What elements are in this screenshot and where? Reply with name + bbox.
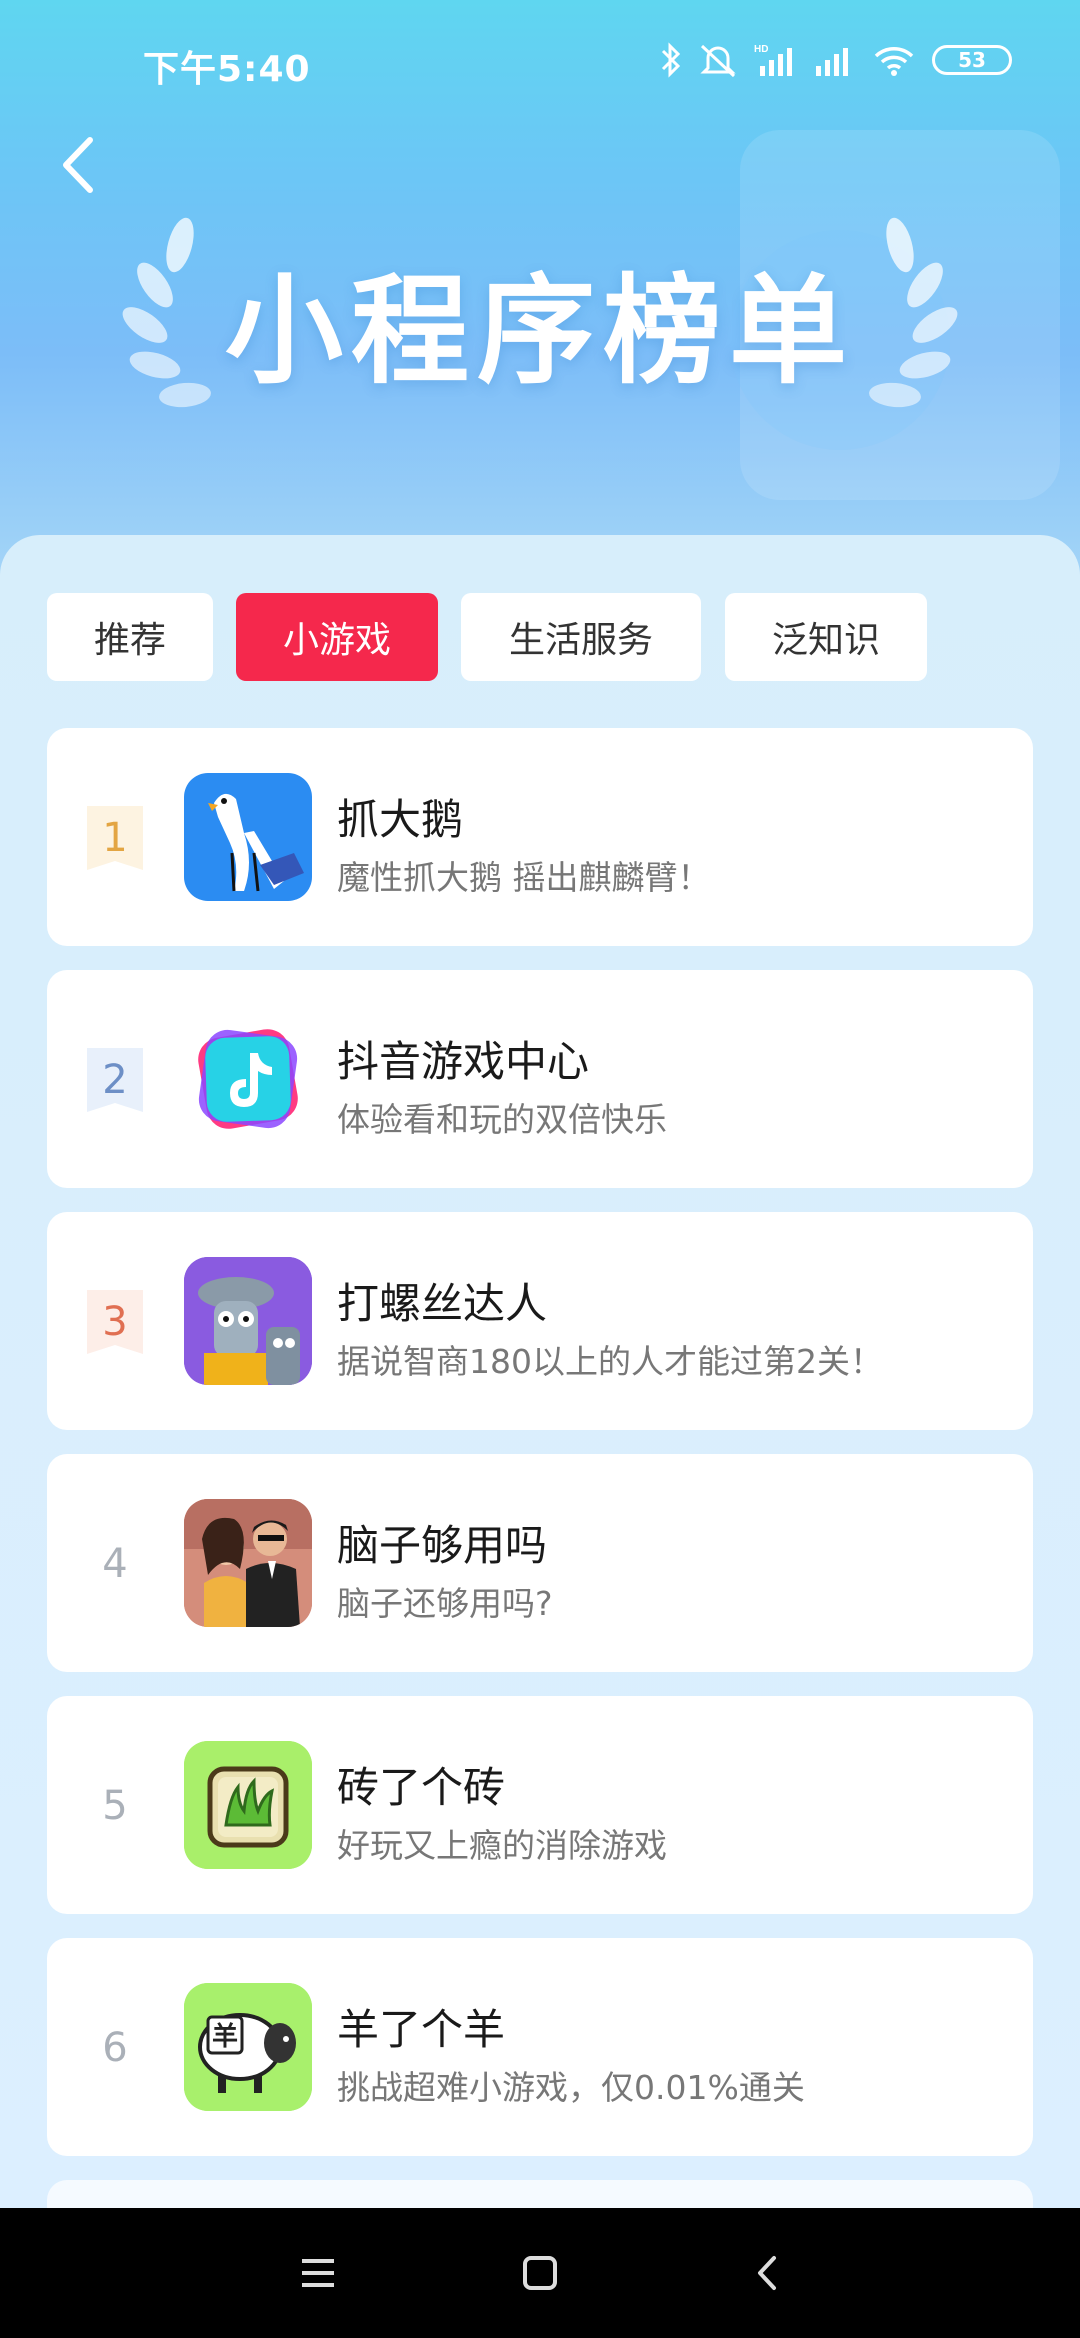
app-name: 脑子够用吗 (337, 1521, 548, 1570)
app-name: 抓大鹅 (337, 795, 464, 844)
system-nav-bar (0, 2208, 1080, 2338)
app-desc: 好玩又上瘾的消除游戏 (337, 1826, 667, 1865)
screw-robot-icon (184, 1257, 312, 1385)
rank-badge: 6 (102, 2025, 128, 2071)
douyin-icon (184, 1015, 312, 1143)
app-desc: 体验看和玩的双倍快乐 (337, 1100, 667, 1139)
list-item[interactable]: 5 砖了个砖 好玩又上瘾的消除游戏 (47, 1696, 1033, 1914)
app-name: 打螺丝达人 (337, 1279, 548, 1328)
menu-button[interactable] (288, 2248, 348, 2298)
mute-icon (700, 44, 736, 78)
back-icon (758, 2256, 776, 2290)
back-button[interactable] (50, 130, 110, 200)
status-bar: 下午5:40 HD 53 (0, 0, 1080, 120)
rank-badge: 4 (102, 1541, 128, 1587)
chevron-left-icon (63, 137, 93, 193)
rank-badge: 1 (87, 806, 143, 870)
list-item[interactable]: 2 抖音游戏中心 体验看和玩的双倍快乐 (47, 970, 1033, 1188)
grass-tile-icon (184, 1741, 312, 1869)
nav-back-button[interactable] (738, 2248, 798, 2298)
menu-icon (302, 2259, 334, 2287)
signal-icon (816, 48, 848, 76)
svg-text:HD: HD (754, 44, 768, 55)
tab-recommend[interactable]: 推荐 (47, 593, 213, 681)
wifi-icon (874, 47, 914, 76)
app-name: 抖音游戏中心 (337, 1037, 590, 1086)
app-desc: 据说智商180以上的人才能过第2关！ (337, 1342, 883, 1381)
list-item[interactable]: 6 羊 羊了个羊 挑战超难小游戏，仅0.01%通关 (47, 1938, 1033, 2156)
sheep-icon-text: 羊 (212, 2021, 238, 2052)
screen: 下午5:40 HD 53 小程序榜单 推荐 小游戏 生活服务 泛知识 1 抓大鹅… (0, 0, 1080, 2208)
home-icon (523, 2256, 557, 2290)
couple-icon (184, 1499, 312, 1627)
goose-icon (184, 773, 312, 901)
battery-level: 53 (958, 48, 986, 72)
tab-label: 小游戏 (282, 620, 391, 661)
sheep-icon: 羊 (184, 1983, 312, 2111)
rank-badge: 3 (87, 1290, 143, 1354)
list-item[interactable]: 1 抓大鹅 魔性抓大鹅 摇出麒麟臂！ (47, 728, 1033, 946)
battery-icon: 53 (932, 45, 1012, 75)
hd-signal-icon: HD (754, 44, 792, 76)
app-name: 砖了个砖 (337, 1763, 506, 1812)
list-item-partial[interactable] (47, 2180, 1033, 2208)
rank-badge: 5 (102, 1783, 128, 1829)
tab-label: 推荐 (93, 620, 166, 661)
tab-label: 泛知识 (771, 620, 880, 661)
tab-life-services[interactable]: 生活服务 (461, 593, 701, 681)
list-item[interactable]: 4 脑子够用吗 脑子还够用吗? (47, 1454, 1033, 1672)
list-item[interactable]: 3 打螺丝达人 据说智商180以上的人才能过第2关！ (47, 1212, 1033, 1430)
app-desc: 脑子还够用吗? (337, 1584, 553, 1623)
app-desc: 挑战超难小游戏，仅0.01%通关 (337, 2068, 805, 2107)
tab-mini-games[interactable]: 小游戏 (236, 593, 438, 681)
tab-label: 生活服务 (508, 620, 653, 661)
home-button[interactable] (510, 2248, 570, 2298)
tab-general-knowledge[interactable]: 泛知识 (725, 593, 927, 681)
status-icons: HD 53 (660, 40, 1012, 80)
bluetooth-icon (661, 42, 681, 78)
rank-badge: 2 (87, 1048, 143, 1112)
app-name: 羊了个羊 (337, 2005, 506, 2054)
app-desc: 魔性抓大鹅 摇出麒麟臂！ (337, 858, 711, 897)
page-title: 小程序榜单 (224, 262, 855, 400)
status-time: 下午5:40 (143, 49, 311, 90)
